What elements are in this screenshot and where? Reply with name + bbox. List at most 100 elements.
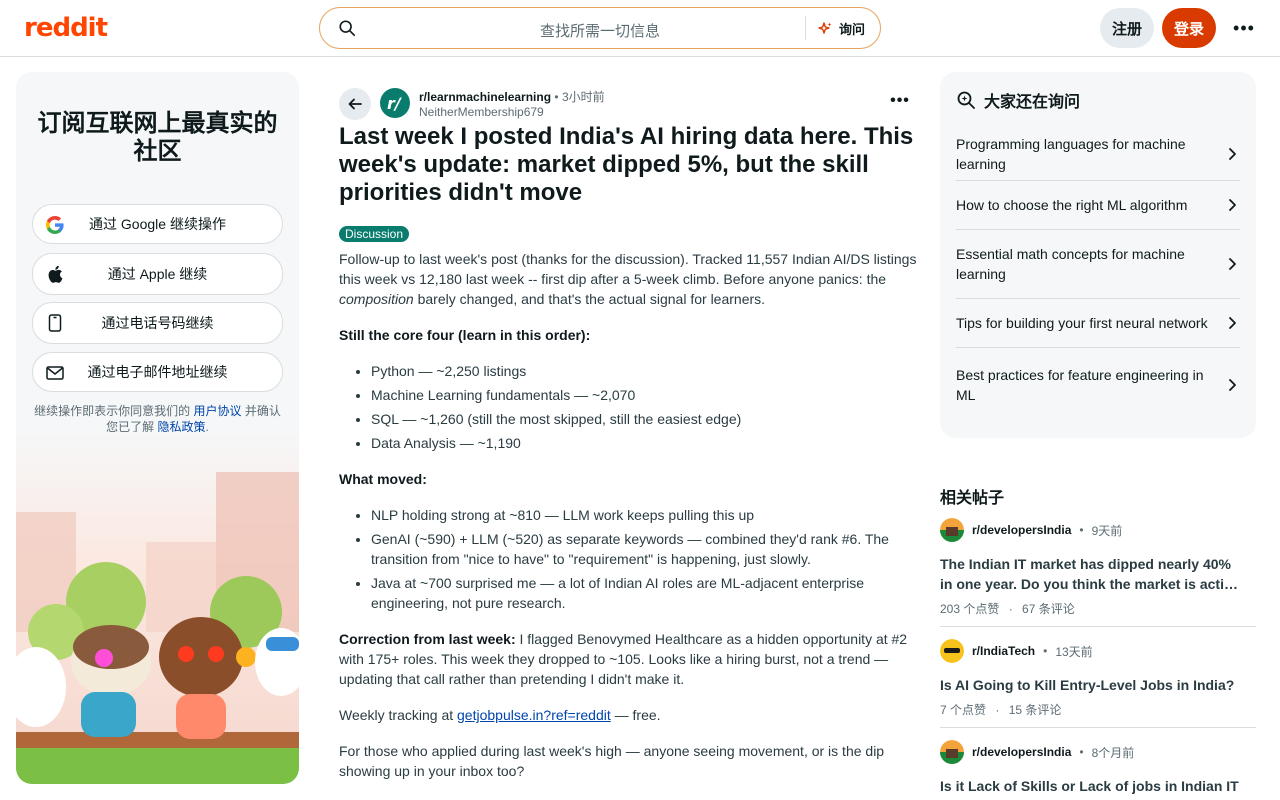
related-subreddit[interactable]: r/developersIndia: [972, 745, 1071, 759]
related-post[interactable]: r/developersIndia • 9天前 The Indian IT ma…: [940, 518, 1256, 617]
ask-label: 询问: [839, 22, 866, 37]
ask-item[interactable]: Programming languages for machine learni…: [956, 128, 1240, 181]
post-body: Follow-up to last week's post (thanks fo…: [339, 249, 917, 797]
ask-card-title: 大家还在询问: [984, 94, 1081, 111]
related-upvotes: 203 个点赞: [940, 602, 1000, 616]
post-time: 3小时前: [561, 90, 605, 104]
search-input[interactable]: 查找所需一切信息: [320, 20, 880, 41]
phone-continue-button[interactable]: 通过电话号码继续: [32, 302, 283, 344]
google-continue-label: 通过 Google 继续操作: [89, 216, 226, 232]
related-post-stats: 203 个点赞 · 67 条评论: [940, 600, 1256, 617]
subreddit-avatar-icon: [940, 518, 964, 542]
paragraph-weekly: Weekly tracking at getjobpulse.in?ref=re…: [339, 705, 917, 725]
what-moved-label: What moved:: [339, 471, 427, 487]
meta-separator: •: [554, 90, 559, 104]
list-item: Python — ~2,250 listings: [371, 361, 917, 381]
related-divider: [940, 727, 1256, 728]
ask-item-label: Programming languages for machine learni…: [956, 136, 1186, 172]
ask-item[interactable]: Best practices for feature engineering i…: [956, 348, 1240, 421]
snoo-illustration: [16, 432, 299, 784]
core-four-label: Still the core four (learn in this order…: [339, 327, 591, 343]
meta-separator: •: [1079, 745, 1084, 759]
chevron-right-icon: [1229, 148, 1236, 160]
chevron-right-icon: [1229, 199, 1236, 211]
weekly-prefix: Weekly tracking at: [339, 707, 458, 723]
correction-label: Correction from last week:: [339, 631, 516, 647]
intro-text-2: barely changed, and that's the actual si…: [413, 291, 766, 307]
login-button[interactable]: 登录: [1162, 8, 1216, 48]
related-post-title[interactable]: The Indian IT market has dipped nearly 4…: [940, 554, 1240, 594]
related-post-stats: 7 个点赞 · 15 条评论: [940, 701, 1256, 718]
list-item: NLP holding strong at ~810 — LLM work ke…: [371, 505, 917, 525]
list-core-skills: Python — ~2,250 listings Machine Learnin…: [371, 361, 917, 453]
ask-item-label: Essential math concepts for machine lear…: [956, 246, 1185, 282]
list-item: Java at ~700 surprised me — a lot of Ind…: [371, 573, 917, 613]
related-divider: [940, 626, 1256, 627]
stats-separator: ·: [995, 703, 1000, 717]
related-post-title[interactable]: Is it Lack of Skills or Lack of jobs in …: [940, 776, 1240, 800]
related-post[interactable]: r/developersIndia • 8个月前 Is it Lack of S…: [940, 740, 1256, 800]
ask-header: 大家还在询问: [956, 88, 1080, 112]
phone-continue-label: 通过电话号码继续: [101, 315, 214, 331]
related-post-meta: r/developersIndia • 9天前: [940, 518, 1256, 542]
apple-continue-button[interactable]: 通过 Apple 继续: [32, 253, 283, 295]
related-subreddit[interactable]: r/developersIndia: [972, 523, 1071, 537]
weekly-suffix: — free.: [610, 707, 661, 723]
subreddit-avatar-icon: [940, 639, 964, 663]
chevron-right-icon: [1229, 317, 1236, 329]
related-upvotes: 7 个点赞: [940, 703, 987, 717]
terms-prefix: 继续操作即表示你同意我们的: [34, 404, 194, 418]
related-post-meta: r/developersIndia • 8个月前: [940, 740, 1256, 764]
chevron-right-icon: [1229, 258, 1236, 270]
post-more-icon[interactable]: •••: [888, 92, 912, 110]
related-post[interactable]: r/IndiaTech • 13天前 Is AI Going to Kill E…: [940, 639, 1256, 718]
related-post-meta: r/IndiaTech • 13天前: [940, 639, 1256, 663]
list-item: GenAI (~590) + LLM (~520) as separate ke…: [371, 529, 917, 569]
apple-continue-label: 通过 Apple 继续: [107, 266, 208, 282]
list-what-moved: NLP holding strong at ~810 — LLM work ke…: [371, 505, 917, 613]
related-comments: 67 条评论: [1022, 602, 1075, 616]
post-author[interactable]: NeitherMembership679: [419, 105, 544, 119]
related-time: 8个月前: [1091, 745, 1135, 760]
ask-item[interactable]: How to choose the right ML algorithm: [956, 181, 1240, 230]
post-title: Last week I posted India's AI hiring dat…: [339, 123, 914, 206]
signup-title: 订阅互联网上最真实的社区: [37, 110, 278, 165]
subreddit-logo-icon: r/: [387, 94, 402, 113]
ask-item[interactable]: Tips for building your first neural netw…: [956, 299, 1240, 348]
heading-what-moved: What moved:: [339, 469, 917, 489]
google-continue-button[interactable]: 通过 Google 继续操作: [32, 204, 283, 244]
people-also-ask-card: 大家还在询问 Programming languages for machine…: [940, 72, 1256, 438]
search-bar[interactable]: 查找所需一切信息 询问: [319, 7, 881, 49]
terms-text: 继续操作即表示你同意我们的 用户协议 并确认您已了解 隐私政策.: [30, 403, 285, 435]
related-post-title[interactable]: Is AI Going to Kill Entry-Level Jobs in …: [940, 675, 1240, 695]
meta-separator: •: [1043, 644, 1048, 658]
post-flair[interactable]: Discussion: [339, 226, 410, 242]
ask-button[interactable]: 询问: [817, 19, 865, 38]
jobpulse-link[interactable]: getjobpulse.in?ref=reddit: [457, 707, 611, 723]
back-button[interactable]: [339, 88, 371, 120]
search-divider: [805, 16, 806, 40]
reddit-logo[interactable]: reddit: [24, 13, 108, 43]
list-item: Data Analysis — ~1,190: [371, 433, 917, 453]
list-item: Machine Learning fundamentals — ~2,070: [371, 385, 917, 405]
arrow-left-icon: [348, 98, 362, 110]
ask-item[interactable]: Essential math concepts for machine lear…: [956, 230, 1240, 299]
google-icon: [45, 215, 65, 235]
signup-button[interactable]: 注册: [1100, 8, 1154, 48]
subreddit-avatar[interactable]: r/: [380, 88, 410, 118]
subreddit-link[interactable]: r/learnmachinelearning: [419, 90, 551, 104]
user-agreement-link[interactable]: 用户协议: [193, 404, 241, 418]
ask-item-label: How to choose the right ML algorithm: [956, 197, 1188, 213]
mail-icon: [45, 363, 65, 383]
search-sparkle-icon: [957, 91, 975, 109]
phone-icon: [45, 313, 65, 333]
related-time: 9天前: [1091, 523, 1123, 538]
heading-core-four: Still the core four (learn in this order…: [339, 325, 917, 345]
more-options-icon[interactable]: •••: [1232, 18, 1256, 38]
related-posts-title: 相关帖子: [940, 490, 1005, 507]
paragraph-correction: Correction from last week: I flagged Ben…: [339, 629, 917, 689]
related-subreddit[interactable]: r/IndiaTech: [972, 644, 1035, 658]
related-comments: 15 条评论: [1008, 703, 1062, 717]
email-continue-label: 通过电子邮件地址继续: [87, 364, 228, 380]
email-continue-button[interactable]: 通过电子邮件地址继续: [32, 352, 283, 392]
